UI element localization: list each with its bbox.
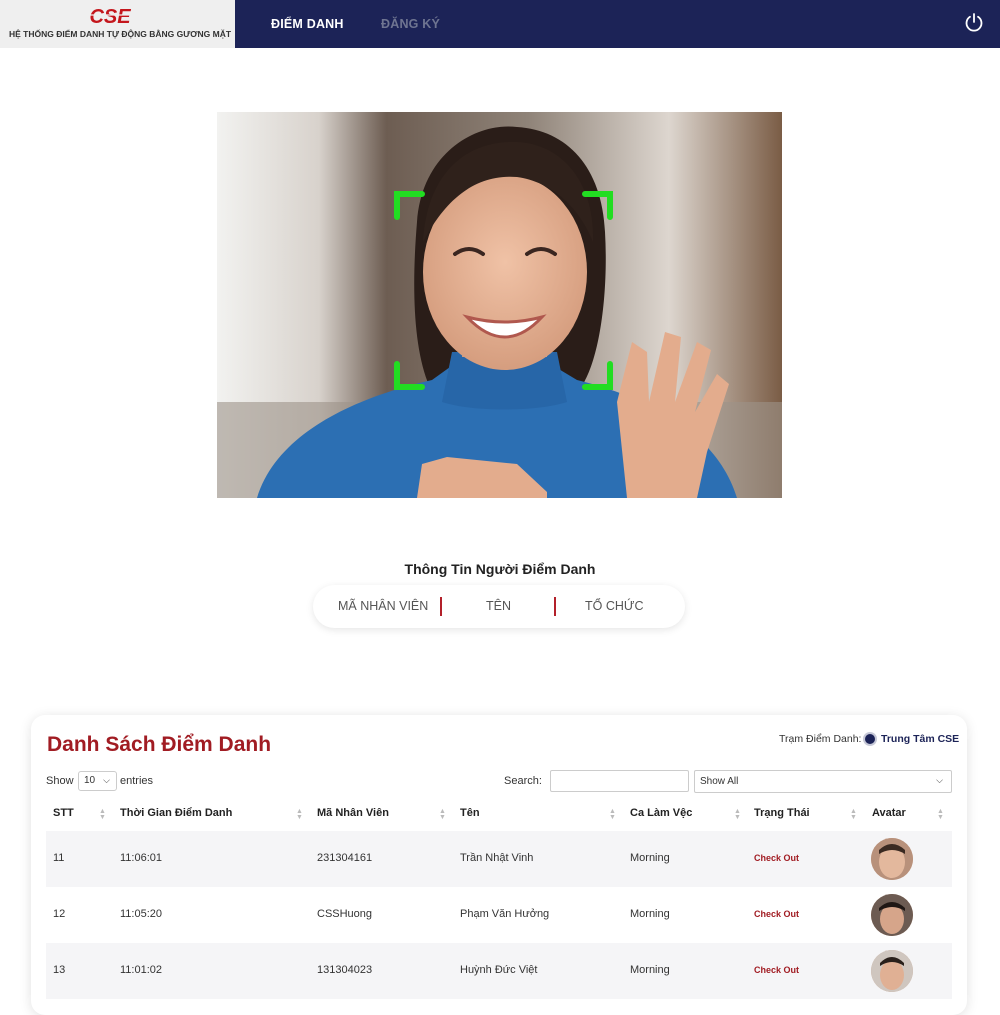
top-navbar: CSE HỆ THỐNG ĐIỂM DANH TỰ ĐỘNG BẰNG GƯƠN… bbox=[0, 0, 1000, 48]
avatar bbox=[871, 950, 913, 992]
sort-icon[interactable]: ▲ ▼ bbox=[734, 808, 741, 821]
cell-stt: 13 bbox=[53, 964, 66, 976]
field-name: TÊN bbox=[486, 599, 511, 613]
station-name[interactable]: Trung Tâm CSE bbox=[881, 733, 959, 745]
info-title: Thông Tin Người Điểm Danh bbox=[404, 561, 596, 577]
cse-logo: CSE bbox=[78, 6, 142, 26]
info-panel: MÃ NHÂN VIÊN TÊN TỔ CHỨC bbox=[313, 585, 685, 628]
cell-shift: Morning bbox=[630, 908, 670, 920]
sort-icon[interactable]: ▲ ▼ bbox=[296, 808, 303, 821]
brand-subtitle: HỆ THỐNG ĐIỂM DANH TỰ ĐỘNG BẰNG GƯƠNG MẶ… bbox=[9, 29, 232, 39]
table-row[interactable]: 12 11:05:20 CSSHuong Phạm Văn Hưởng Morn… bbox=[46, 887, 952, 943]
sort-icon[interactable]: ▲ ▼ bbox=[850, 808, 857, 821]
cell-name: Huỳnh Đức Việt bbox=[460, 964, 538, 976]
cell-code: CSSHuong bbox=[317, 908, 373, 920]
cell-code: 131304023 bbox=[317, 964, 373, 976]
attendance-title: Danh Sách Điểm Danh bbox=[47, 733, 272, 756]
sort-icon[interactable]: ▲ ▼ bbox=[609, 808, 616, 821]
filter-select[interactable]: Show All ⌵ bbox=[694, 770, 952, 793]
col-shift[interactable]: Ca Làm Vệc bbox=[630, 807, 692, 819]
sort-icon[interactable]: ▲ ▼ bbox=[99, 808, 106, 821]
show-label: Show bbox=[46, 775, 74, 787]
sort-icon[interactable]: ▲ ▼ bbox=[439, 808, 446, 821]
table-row[interactable]: 11 11:06:01 231304161 Trần Nhật Vinh Mor… bbox=[46, 831, 952, 887]
svg-text:CSE: CSE bbox=[89, 6, 131, 26]
station-radio[interactable] bbox=[865, 734, 875, 744]
avatar bbox=[871, 894, 913, 936]
avatar bbox=[871, 838, 913, 880]
search-input[interactable] bbox=[550, 770, 689, 792]
brand-area[interactable]: CSE HỆ THỐNG ĐIỂM DANH TỰ ĐỘNG BẰNG GƯƠN… bbox=[0, 0, 235, 48]
cell-shift: Morning bbox=[630, 964, 670, 976]
entries-value: 10 bbox=[84, 775, 96, 786]
cell-name: Phạm Văn Hưởng bbox=[460, 908, 550, 920]
cell-time: 11:05:20 bbox=[120, 908, 163, 920]
camera-feed bbox=[217, 112, 782, 498]
status-badge: Check Out bbox=[754, 909, 800, 919]
cell-shift: Morning bbox=[630, 852, 670, 864]
col-stt[interactable]: STT bbox=[53, 807, 74, 819]
search-label: Search: bbox=[504, 775, 542, 787]
chevron-down-icon: ⌵ bbox=[936, 775, 943, 785]
cell-name: Trần Nhật Vinh bbox=[460, 852, 534, 864]
entries-select[interactable]: 10 ⌵ bbox=[78, 771, 117, 791]
divider bbox=[440, 597, 442, 616]
attendance-card: Danh Sách Điểm Danh Trạm Điểm Danh: Trun… bbox=[31, 715, 967, 1015]
nav-dang-ky[interactable]: ĐĂNG KÝ bbox=[381, 17, 440, 31]
status-badge: Check Out bbox=[754, 853, 800, 863]
power-icon[interactable] bbox=[963, 12, 985, 34]
filter-value: Show All bbox=[700, 776, 739, 787]
camera-image bbox=[217, 112, 782, 498]
nav-diem-danh[interactable]: ĐIỂM DANH bbox=[271, 17, 344, 31]
col-name[interactable]: Tên bbox=[460, 807, 480, 819]
cell-time: 11:01:02 bbox=[120, 964, 163, 976]
cell-code: 231304161 bbox=[317, 852, 373, 864]
divider bbox=[554, 597, 556, 616]
chevron-down-icon: ⌵ bbox=[103, 775, 110, 785]
sort-icon[interactable]: ▲ ▼ bbox=[937, 808, 944, 821]
field-organization: TỔ CHỨC bbox=[585, 599, 644, 613]
col-status[interactable]: Trạng Thái bbox=[754, 807, 810, 819]
cell-stt: 11 bbox=[53, 852, 65, 864]
col-avatar[interactable]: Avatar bbox=[872, 807, 906, 819]
field-employee-code: MÃ NHÂN VIÊN bbox=[338, 599, 429, 613]
cell-time: 11:06:01 bbox=[120, 852, 163, 864]
entries-label: entries bbox=[120, 775, 154, 787]
col-employee-code[interactable]: Mã Nhân Viên bbox=[317, 807, 389, 819]
table-row[interactable]: 13 11:01:02 131304023 Huỳnh Đức Việt Mor… bbox=[46, 943, 952, 999]
col-time[interactable]: Thời Gian Điểm Danh bbox=[120, 807, 232, 819]
cell-stt: 12 bbox=[53, 908, 66, 920]
station-label: Trạm Điểm Danh: bbox=[779, 733, 862, 745]
status-badge: Check Out bbox=[754, 965, 800, 975]
